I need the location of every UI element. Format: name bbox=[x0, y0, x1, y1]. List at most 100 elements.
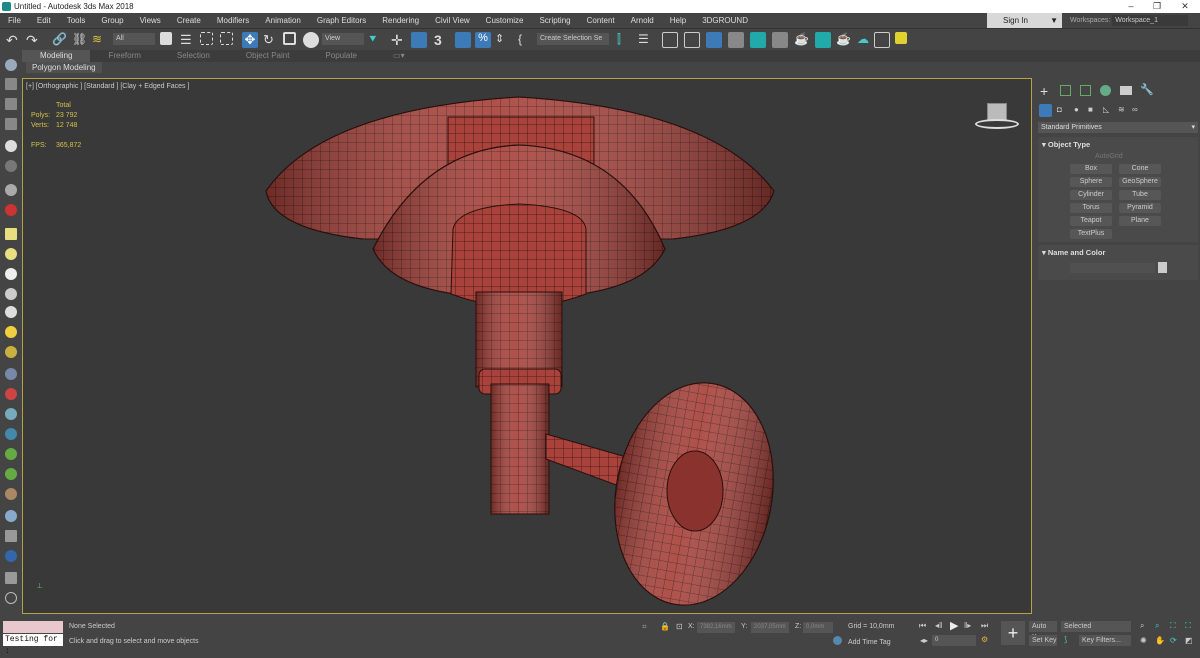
maximize-viewport-icon[interactable]: ◩ bbox=[1185, 636, 1193, 645]
bind-space-warp-icon[interactable]: ≋ bbox=[92, 32, 108, 48]
paint-icon[interactable] bbox=[5, 388, 17, 400]
sun-icon[interactable] bbox=[5, 326, 17, 338]
torus-button[interactable]: Torus bbox=[1070, 203, 1112, 213]
menu-3dground[interactable]: 3DGROUND bbox=[694, 16, 756, 25]
globe-icon[interactable] bbox=[5, 428, 17, 440]
menu-scripting[interactable]: Scripting bbox=[531, 16, 578, 25]
toggle-ribbon-icon[interactable] bbox=[706, 32, 722, 48]
perspective-viewport[interactable]: [+] [Orthographic ] [Standard ] [Clay + … bbox=[22, 78, 1032, 614]
object-type-header[interactable]: ▾ Object Type bbox=[1042, 140, 1090, 149]
menu-arnold[interactable]: Arnold bbox=[623, 16, 662, 25]
current-frame-field[interactable]: 0 bbox=[932, 635, 976, 646]
spinner-snap-icon[interactable]: ⇕ bbox=[495, 32, 511, 48]
menu-animation[interactable]: Animation bbox=[257, 16, 309, 25]
z-coordinate-field[interactable]: 0,0mm bbox=[803, 622, 833, 633]
geometry-icon[interactable] bbox=[1039, 104, 1052, 117]
window-crossing-icon[interactable] bbox=[220, 32, 233, 45]
render-cloud-icon[interactable]: ☁ bbox=[857, 32, 873, 48]
keyboard-shortcut-override-icon[interactable] bbox=[411, 32, 427, 48]
name-and-color-header[interactable]: ▾ Name and Color bbox=[1042, 248, 1105, 257]
tube-button[interactable]: Tube bbox=[1119, 190, 1161, 200]
sphere-icon[interactable] bbox=[5, 268, 17, 280]
box-icon[interactable] bbox=[5, 228, 17, 240]
select-scale-icon[interactable] bbox=[283, 32, 296, 45]
pyramid-button[interactable]: Pyramid bbox=[1119, 203, 1161, 213]
orbit-icon[interactable]: ⟳ bbox=[1170, 636, 1177, 645]
x-coordinate-field[interactable]: 7382,16mm bbox=[697, 622, 735, 633]
maximize-button[interactable]: ❐ bbox=[1144, 0, 1170, 13]
display-tab-icon[interactable] bbox=[1120, 86, 1132, 95]
select-rotate-icon[interactable]: ↻ bbox=[263, 32, 279, 48]
space-warps-icon[interactable]: ≋ bbox=[1118, 105, 1125, 114]
select-object-icon[interactable] bbox=[160, 32, 172, 45]
utilities-tab-icon[interactable]: 🔧 bbox=[1140, 83, 1154, 96]
menu-rendering[interactable]: Rendering bbox=[374, 16, 427, 25]
rock-icon[interactable] bbox=[5, 488, 17, 500]
mirror-icon[interactable]: ⫿ bbox=[617, 32, 633, 48]
menu-civil-view[interactable]: Civil View bbox=[427, 16, 478, 25]
camera-icon[interactable] bbox=[5, 368, 17, 380]
cone-button[interactable]: Cone bbox=[1119, 164, 1161, 174]
material-editor-icon[interactable] bbox=[772, 32, 788, 48]
hierarchy-tab-icon[interactable] bbox=[1080, 85, 1091, 96]
menu-views[interactable]: Views bbox=[132, 16, 169, 25]
go-to-start-icon[interactable]: ⏮ bbox=[919, 621, 926, 631]
unlink-icon[interactable]: ⛓ bbox=[72, 32, 88, 48]
select-by-name-icon[interactable]: ☰ bbox=[180, 32, 196, 48]
object-properties-icon[interactable] bbox=[5, 572, 17, 584]
tab-selection[interactable]: Selection bbox=[159, 50, 228, 62]
menu-group[interactable]: Group bbox=[93, 16, 131, 25]
tab-populate[interactable]: Populate bbox=[307, 50, 375, 62]
menu-modifiers[interactable]: Modifiers bbox=[209, 16, 257, 25]
play-icon[interactable]: ▶ bbox=[950, 619, 958, 632]
menu-edit[interactable]: Edit bbox=[29, 16, 59, 25]
scene-icon[interactable] bbox=[5, 78, 17, 90]
workspace-value[interactable]: Workspace_1 bbox=[1112, 15, 1188, 26]
rectangular-selection-icon[interactable] bbox=[200, 32, 213, 45]
tab-modeling[interactable]: Modeling bbox=[22, 50, 91, 62]
zoom-extents-icon[interactable]: ⛶ bbox=[1170, 621, 1176, 631]
create-tab-icon[interactable]: + bbox=[1040, 83, 1048, 99]
tab-freeform[interactable]: Freeform bbox=[90, 50, 158, 62]
time-tag-icon[interactable] bbox=[833, 636, 842, 645]
autogrid-checkbox[interactable]: AutoGrid bbox=[1095, 153, 1123, 160]
add-time-tag-button[interactable]: Add Time Tag bbox=[848, 639, 891, 646]
named-selection-dropdown[interactable]: Create Selection Se bbox=[537, 33, 609, 45]
go-to-end-icon[interactable]: ⏭ bbox=[981, 621, 988, 631]
close-button[interactable]: ✕ bbox=[1172, 0, 1198, 13]
key-mode-icon[interactable]: ◂▸ bbox=[920, 636, 928, 645]
shader-icon[interactable] bbox=[5, 530, 17, 542]
maxscript-listener-pink[interactable] bbox=[3, 621, 63, 633]
y-coordinate-field[interactable]: 2037,05mm bbox=[751, 622, 789, 633]
key-mode-dropdown[interactable]: Selected bbox=[1061, 621, 1131, 632]
menu-create[interactable]: Create bbox=[169, 16, 209, 25]
menu-file[interactable]: File bbox=[0, 16, 29, 25]
link-icon[interactable]: 🔗 bbox=[52, 32, 68, 48]
textplus-button[interactable]: TextPlus bbox=[1070, 229, 1112, 239]
sign-in-button[interactable]: Sign In ▼ bbox=[987, 13, 1062, 28]
rendered-frame-window-icon[interactable] bbox=[815, 32, 831, 48]
sphere-button[interactable]: Sphere bbox=[1070, 177, 1112, 187]
layer-explorer-icon[interactable] bbox=[684, 32, 700, 48]
redo-icon[interactable]: ↷ bbox=[26, 32, 42, 48]
minimize-button[interactable]: – bbox=[1118, 0, 1144, 13]
time-config-icon[interactable]: ⚙ bbox=[981, 635, 988, 644]
cylinder-button[interactable]: Cylinder bbox=[1070, 190, 1112, 200]
workspace-selector[interactable]: Workspaces: Workspace_1 bbox=[1070, 13, 1200, 28]
isolate-selection-icon[interactable]: ⌗ bbox=[642, 622, 647, 632]
next-frame-icon[interactable]: ‖▸ bbox=[964, 621, 971, 630]
help-icon[interactable] bbox=[5, 592, 17, 604]
pan-icon[interactable]: ✋ bbox=[1155, 636, 1165, 645]
edit-named-selection-icon[interactable]: { bbox=[518, 32, 534, 48]
list-icon[interactable] bbox=[5, 98, 17, 110]
set-key-button[interactable]: Set Key bbox=[1029, 635, 1057, 646]
align-icon[interactable]: ☰ bbox=[638, 32, 654, 48]
dome-icon[interactable] bbox=[5, 248, 17, 260]
render-iterative-icon[interactable] bbox=[874, 32, 890, 48]
light-bulb-icon[interactable] bbox=[5, 140, 17, 152]
zoom-all-icon[interactable]: ⌕ bbox=[1155, 621, 1159, 631]
3dground-icon[interactable] bbox=[895, 32, 907, 44]
dummy-icon[interactable] bbox=[5, 184, 17, 196]
shapes-icon[interactable]: ◘ bbox=[1057, 105, 1062, 114]
tab-object-paint[interactable]: Object Paint bbox=[228, 50, 308, 62]
